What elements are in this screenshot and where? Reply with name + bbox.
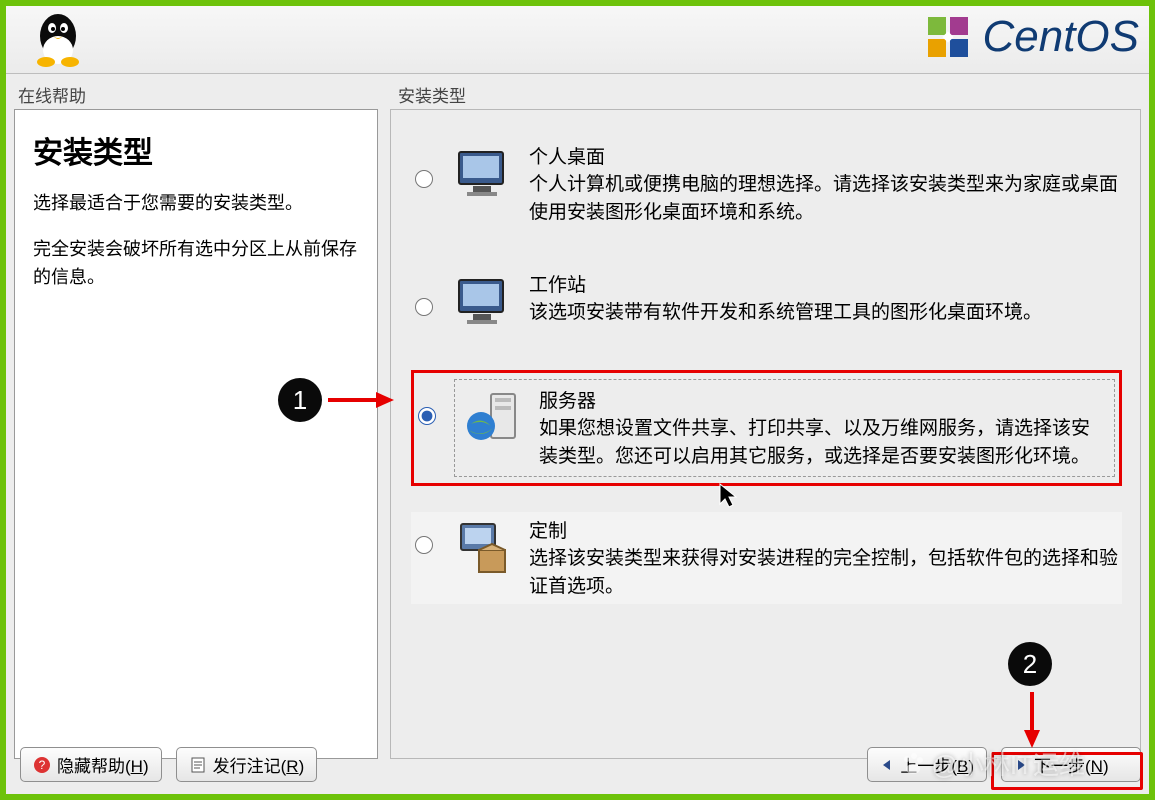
annotation-badge-2: 2 [1008, 642, 1052, 686]
option-title: 定制 [529, 516, 1118, 543]
option-custom[interactable]: 定制 选择该安装类型来获得对安装进程的完全控制，包括软件包的选择和验证首选项。 [411, 512, 1122, 604]
help-panel-label: 在线帮助 [18, 82, 378, 107]
custom-icon [451, 516, 515, 580]
option-desc: 个人计算机或便携电脑的理想选择。请选择该安装类型来为家庭或桌面使用安装图形化桌面… [529, 171, 1118, 226]
help-panel: 安装类型 选择最适合于您需要的安装类型。 完全安装会破坏所有选中分区上从前保存的… [14, 109, 378, 759]
radio-custom[interactable] [415, 536, 433, 554]
workstation-icon [451, 270, 515, 334]
option-desc: 选择该安装类型来获得对安装进程的完全控制，包括软件包的选择和验证首选项。 [529, 545, 1118, 600]
notes-icon [189, 756, 207, 774]
footer-nav: ? 隐藏帮助(H) 发行注记(R) 上一步(B) 下一步(N) [12, 741, 1149, 788]
help-paragraph: 完全安装会破坏所有选中分区上从前保存的信息。 [33, 236, 359, 292]
option-desc: 该选项安装带有软件开发和系统管理工具的图形化桌面环境。 [529, 299, 1118, 327]
help-title: 安装类型 [33, 128, 359, 172]
triangle-right-icon [1014, 758, 1028, 772]
server-icon [461, 386, 525, 450]
brand-area: CentOS [924, 12, 1139, 62]
option-desktop[interactable]: 个人桌面 个人计算机或便携电脑的理想选择。请选择该安装类型来为家庭或桌面使用安装… [411, 134, 1122, 234]
next-button[interactable]: 下一步(N) [1001, 747, 1141, 782]
option-title: 服务器 [539, 386, 1108, 413]
brand-text: CentOS [982, 12, 1139, 62]
desktop-icon [451, 142, 515, 206]
annotation-badge-1: 1 [278, 378, 322, 422]
radio-server[interactable] [418, 407, 436, 425]
radio-desktop[interactable] [415, 170, 433, 188]
option-title: 工作站 [529, 270, 1118, 297]
option-server[interactable]: 服务器 如果您想设置文件共享、打印共享、以及万维网服务，请选择该安装类型。您还可… [411, 370, 1122, 486]
tux-icon [28, 8, 88, 70]
annotation-arrow-1 [326, 388, 396, 412]
back-button[interactable]: 上一步(B) [867, 747, 987, 782]
group-label: 安装类型 [398, 82, 1141, 107]
cursor-icon [718, 482, 738, 508]
help-icon: ? [33, 756, 51, 774]
option-desc: 如果您想设置文件共享、打印共享、以及万维网服务，请选择该安装类型。您还可以启用其… [539, 415, 1108, 470]
svg-text:?: ? [39, 758, 46, 772]
help-paragraph: 选择最适合于您需要的安装类型。 [33, 190, 359, 218]
option-title: 个人桌面 [529, 142, 1118, 169]
radio-workstation[interactable] [415, 298, 433, 316]
release-notes-button[interactable]: 发行注记(R) [176, 747, 318, 782]
hide-help-button[interactable]: ? 隐藏帮助(H) [20, 747, 162, 782]
triangle-left-icon [880, 758, 894, 772]
option-workstation[interactable]: 工作站 该选项安装带有软件开发和系统管理工具的图形化桌面环境。 [411, 262, 1122, 342]
centos-logo-icon [924, 13, 972, 61]
header-bar: CentOS [6, 6, 1149, 74]
annotation-arrow-2 [1020, 690, 1044, 750]
